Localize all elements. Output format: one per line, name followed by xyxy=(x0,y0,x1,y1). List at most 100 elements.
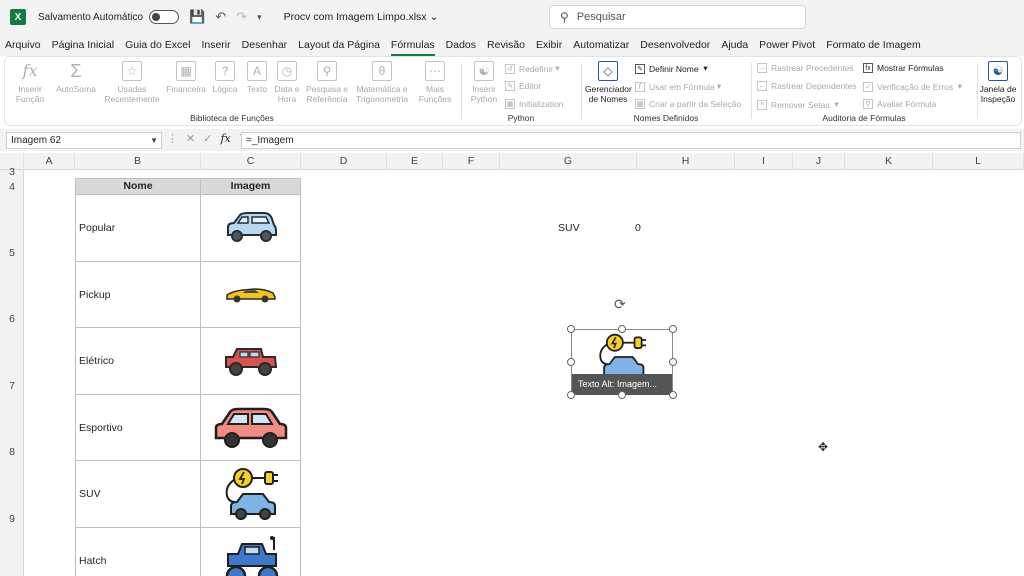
table-cell-imagem[interactable] xyxy=(200,461,301,528)
watch-window-button[interactable]: ☯ Janela de Inspeção xyxy=(979,61,1017,104)
financial-button[interactable]: ▦ Financeira xyxy=(165,61,207,94)
reset-button[interactable]: ↺ Redefinir ▾ xyxy=(505,63,560,74)
row-header[interactable]: 8 xyxy=(0,446,24,458)
tab-2[interactable]: Guia do Excel xyxy=(125,39,190,51)
text-button[interactable]: A Texto xyxy=(243,61,271,94)
resize-handle[interactable] xyxy=(669,358,677,366)
cancel-icon[interactable]: ✕ xyxy=(186,132,195,145)
resize-handle[interactable] xyxy=(567,391,575,399)
resize-handle[interactable] xyxy=(669,325,677,333)
name-box[interactable]: Imagem 62 ▼ xyxy=(6,132,162,149)
table-cell-imagem[interactable] xyxy=(200,328,301,395)
table-cell-nome[interactable]: SUV xyxy=(75,461,201,528)
formula-input[interactable]: =_Imagem xyxy=(241,132,1021,149)
table-cell-nome[interactable]: Popular xyxy=(75,195,201,262)
redo-icon[interactable]: ↷ xyxy=(236,9,247,25)
column-header[interactable]: G xyxy=(500,153,637,170)
trace-precedents-button[interactable]: → Rastrear Precedentes xyxy=(757,63,854,73)
error-checking-button[interactable]: ✓ Verificação de Erros ▾ xyxy=(863,81,962,92)
define-name-button[interactable]: ✎ Definir Nome ▾ xyxy=(635,63,708,74)
rotate-handle-icon[interactable]: ⟳ xyxy=(614,296,626,313)
insert-python-button[interactable]: ☯ Inserir Python xyxy=(467,61,501,104)
resize-handle[interactable] xyxy=(618,391,626,399)
lookup-reference-button[interactable]: ⚲ Pesquisa e Referência xyxy=(303,61,351,104)
table-cell-nome[interactable]: Esportivo xyxy=(75,395,201,461)
column-header[interactable]: K xyxy=(845,153,933,170)
save-icon[interactable]: 💾 xyxy=(189,9,205,25)
tab-8[interactable]: Revisão xyxy=(487,39,525,51)
table-cell-nome[interactable]: Hatch xyxy=(75,528,201,576)
chevron-down-icon[interactable]: ▼ xyxy=(150,133,158,148)
table-cell-imagem[interactable] xyxy=(200,262,301,328)
tab-4[interactable]: Desenhar xyxy=(242,39,288,51)
table-header-imagem[interactable]: Imagem xyxy=(200,178,301,195)
table-cell-imagem[interactable] xyxy=(200,195,301,262)
column-header[interactable]: H xyxy=(637,153,735,170)
more-icon[interactable]: ⋮ xyxy=(167,132,178,145)
create-from-selection-button[interactable]: ▦ Criar a partir da Seleção xyxy=(635,99,741,109)
tab-12[interactable]: Ajuda xyxy=(721,39,748,51)
row-header[interactable]: 6 xyxy=(0,313,24,325)
insert-function-button[interactable]: fx Inserir Função xyxy=(11,61,49,105)
autosum-button[interactable]: Σ AutoSoma xyxy=(55,61,97,94)
table-cell-nome[interactable]: Elétrico xyxy=(75,328,201,395)
worksheet-grid[interactable]: Nome Imagem Popular Pickup Elétrico Espo… xyxy=(24,170,1024,576)
lookup-key-cell[interactable]: SUV xyxy=(558,222,580,234)
row-header[interactable]: 7 xyxy=(0,380,24,392)
row-header[interactable]: 4 xyxy=(0,181,24,193)
file-name[interactable]: Procv com Imagem Limpo.xlsx ⌄ xyxy=(284,11,439,23)
resize-handle[interactable] xyxy=(669,391,677,399)
column-header[interactable]: D xyxy=(301,153,387,170)
tab-7[interactable]: Dados xyxy=(446,39,476,51)
row-header[interactable]: 3 xyxy=(0,166,24,178)
remove-arrows-button[interactable]: × Remover Setas ▾ xyxy=(757,99,839,110)
column-header[interactable]: A xyxy=(24,153,75,170)
resize-handle[interactable] xyxy=(618,325,626,333)
name-manager-button[interactable]: ◇ Gerenciador de Nomes xyxy=(585,61,632,104)
initialization-button[interactable]: ▦ Initialization xyxy=(505,99,563,109)
column-header[interactable]: E xyxy=(387,153,443,170)
show-formulas-button[interactable]: fx Mostrar Fórmulas xyxy=(863,63,944,73)
column-header[interactable]: J xyxy=(793,153,845,170)
date-time-button[interactable]: ◷ Data e Hora xyxy=(271,61,303,104)
more-functions-button[interactable]: ⋯ Mais Funções xyxy=(415,61,455,104)
resize-handle[interactable] xyxy=(567,325,575,333)
column-header[interactable]: C xyxy=(201,153,301,170)
tab-9[interactable]: Exibir xyxy=(536,39,562,51)
trace-dependents-icon: ← xyxy=(757,81,767,91)
tab-1[interactable]: Página Inicial xyxy=(52,39,114,51)
column-header[interactable]: B xyxy=(75,153,201,170)
tab-3[interactable]: Inserir xyxy=(201,39,230,51)
tab-11[interactable]: Desenvolvedor xyxy=(640,39,710,51)
editor-button[interactable]: ✎ Editor xyxy=(505,81,541,91)
table-cell-imagem[interactable] xyxy=(200,528,301,576)
column-header[interactable]: I xyxy=(735,153,793,170)
column-header[interactable]: F xyxy=(443,153,500,170)
use-in-formula-button[interactable]: ƒ Usar em Fórmula ▾ xyxy=(635,81,721,92)
logical-button[interactable]: ? Lógica xyxy=(209,61,241,94)
table-cell-imagem[interactable] xyxy=(200,395,301,461)
lookup-value-cell[interactable]: 0 xyxy=(635,222,641,234)
math-trig-button[interactable]: θ Matemática e Trigonometria xyxy=(353,61,411,104)
enter-icon[interactable]: ✓ xyxy=(203,132,212,145)
tab-10[interactable]: Automatizar xyxy=(573,39,629,51)
row-header[interactable]: 9 xyxy=(0,513,24,525)
autosave-toggle[interactable] xyxy=(149,10,180,24)
customize-qat-icon[interactable]: ▾ xyxy=(257,12,262,23)
search-box[interactable]: ⚲ Pesquisar xyxy=(549,5,806,29)
table-header-nome[interactable]: Nome xyxy=(75,178,201,195)
trace-dependents-button[interactable]: ← Rastrear Dependentes xyxy=(757,81,857,91)
tab-0[interactable]: Arquivo xyxy=(5,39,41,51)
insert-function-icon[interactable]: fx xyxy=(220,132,230,145)
undo-icon[interactable]: ↶ xyxy=(215,9,226,25)
tab-5[interactable]: Layout da Página xyxy=(298,39,380,51)
tab-6[interactable]: Fórmulas xyxy=(390,39,435,56)
tab-13[interactable]: Power Pivot xyxy=(759,39,815,51)
resize-handle[interactable] xyxy=(567,358,575,366)
row-header[interactable]: 5 xyxy=(0,247,24,259)
evaluate-formula-button[interactable]: ⚲ Avaliar Fórmula xyxy=(863,99,936,109)
recently-used-button[interactable]: ☆ Usadas Recentemente xyxy=(103,61,161,104)
column-header[interactable]: L xyxy=(933,153,1024,170)
table-cell-nome[interactable]: Pickup xyxy=(75,262,201,328)
tab-14[interactable]: Formato de Imagem xyxy=(826,39,921,51)
